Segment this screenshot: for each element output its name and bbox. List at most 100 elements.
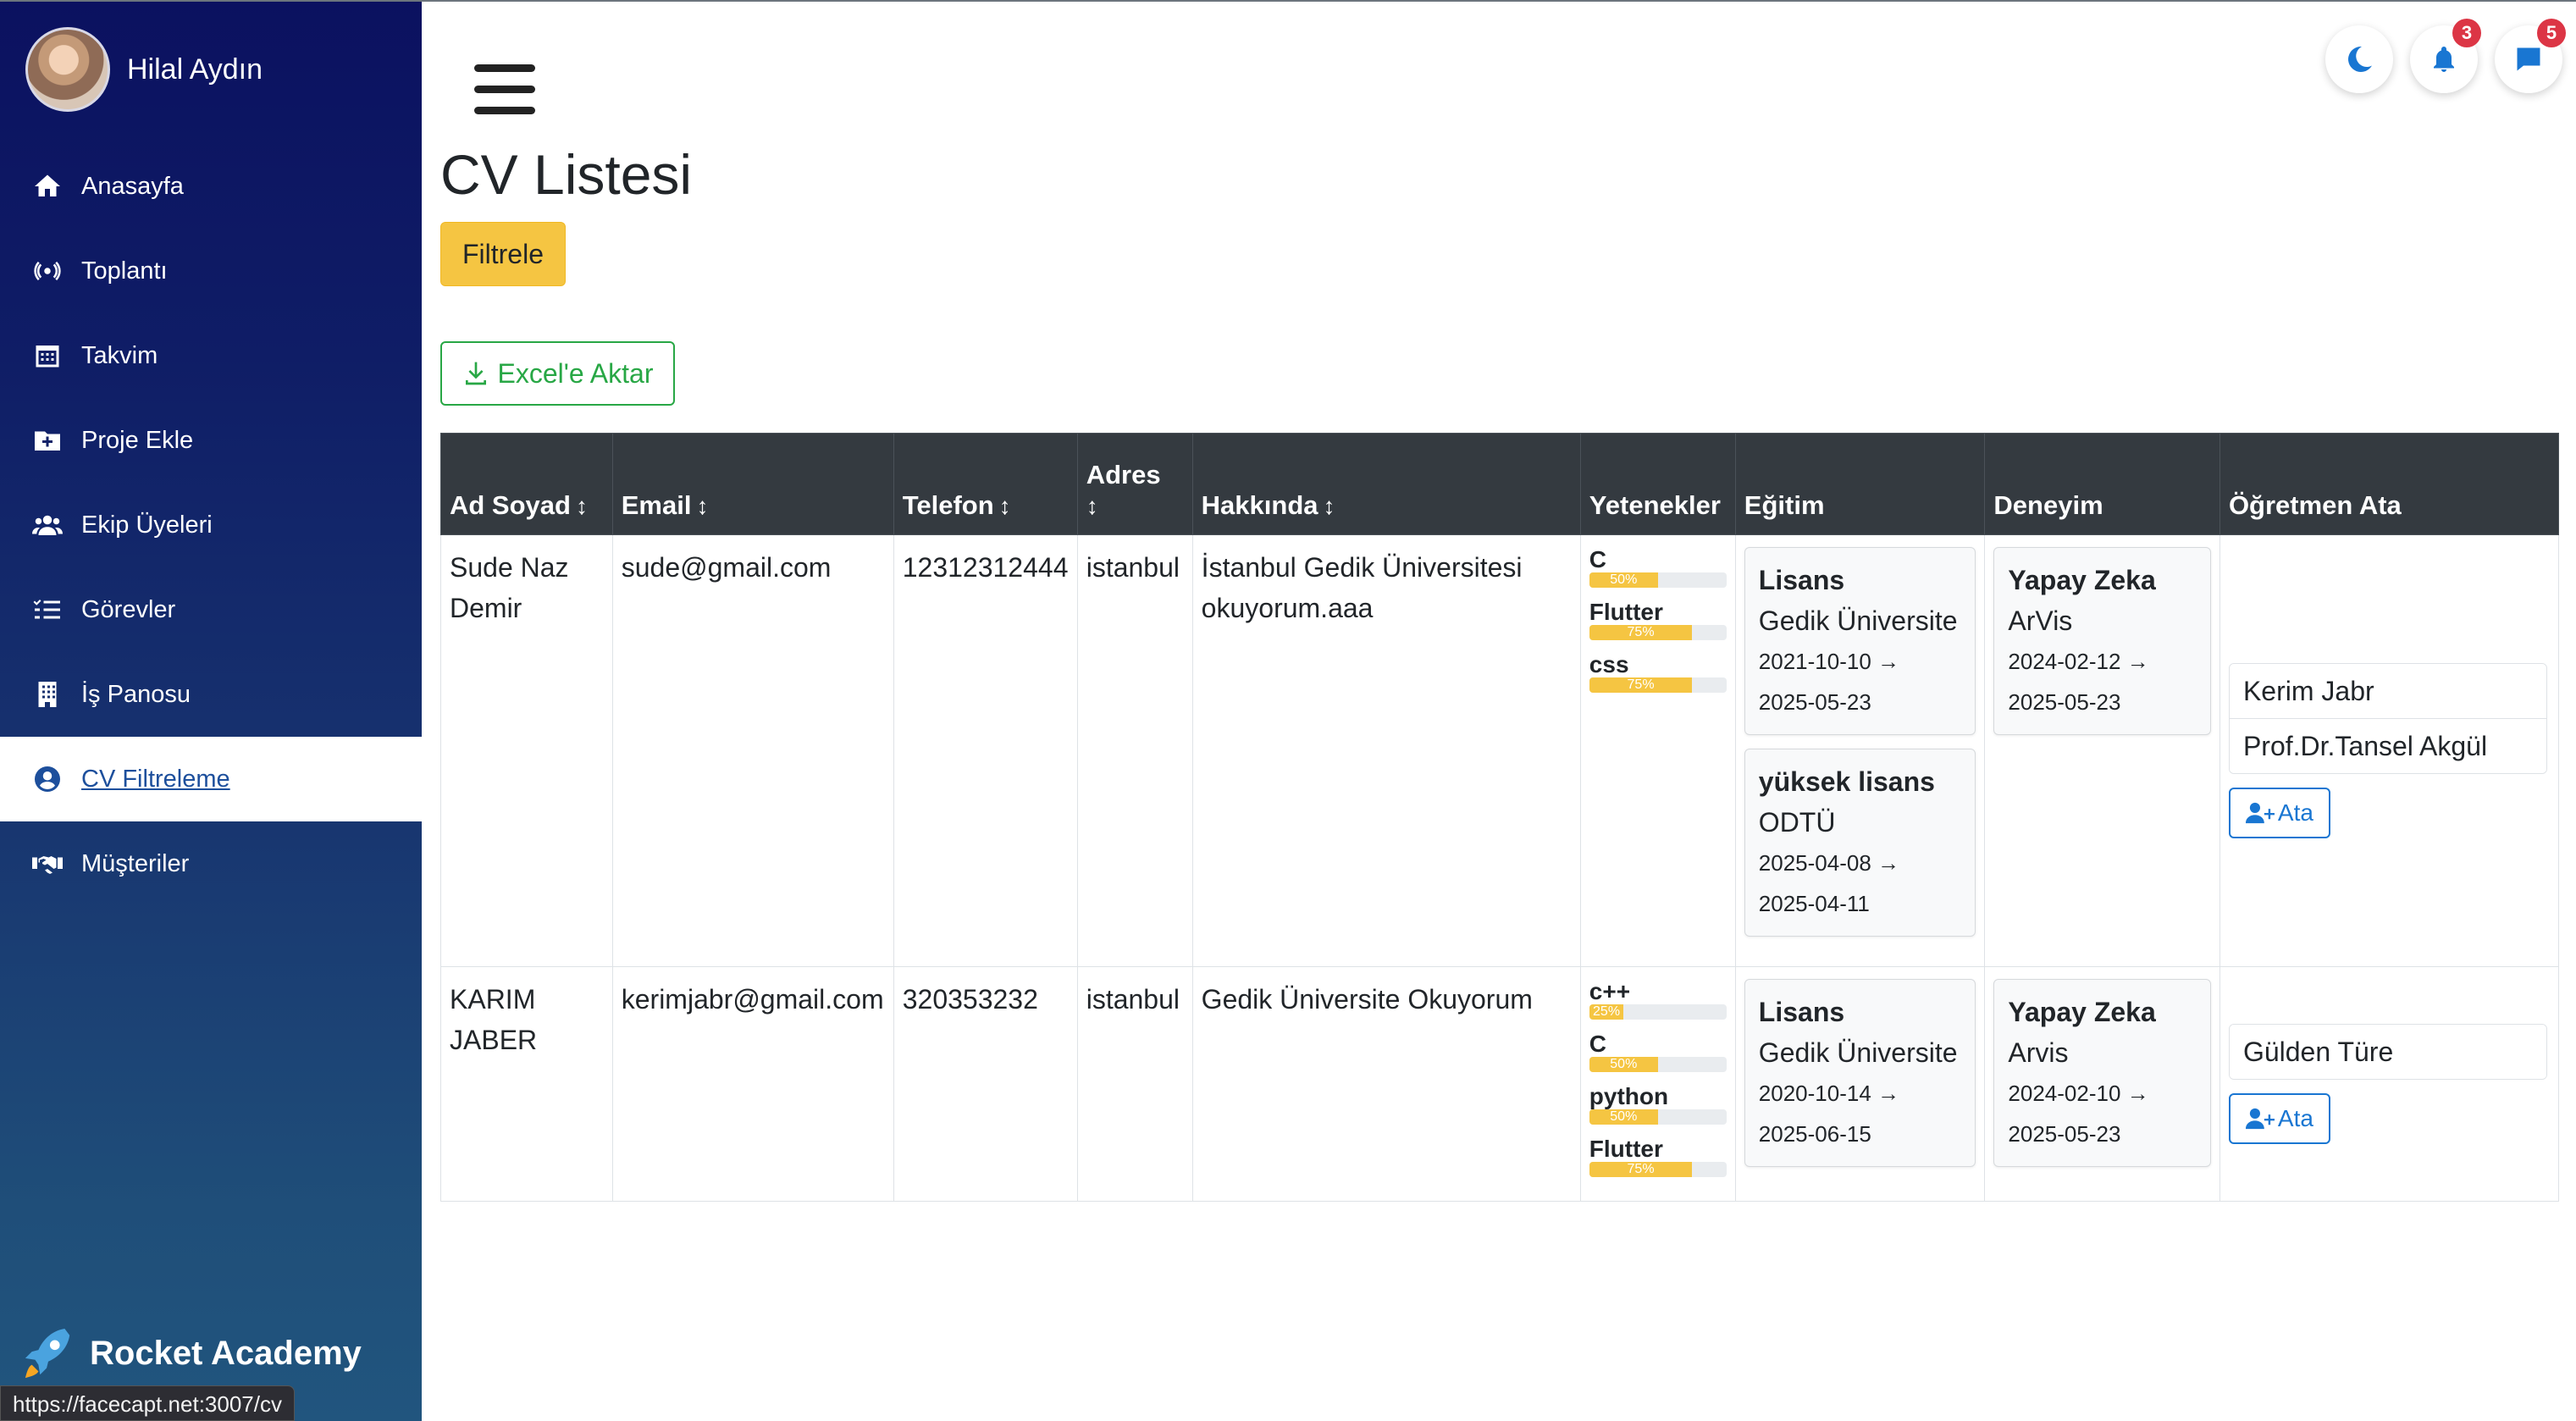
experience-title: Yapay Zeka — [2008, 997, 2156, 1027]
skill-name: C — [1589, 546, 1607, 572]
education-school: ODTÜ — [1758, 807, 1836, 838]
status-url: https://facecapt.net:3007/cv — [0, 1385, 295, 1421]
sidebar-item-label: Proje Ekle — [81, 426, 194, 454]
th-about[interactable]: Hakkında ↕ — [1191, 433, 1581, 535]
cell-phone: 12312312444 — [893, 534, 1078, 967]
education-degree: Lisans — [1758, 565, 1845, 595]
skill-item: python 50% — [1589, 1084, 1727, 1125]
rocket-icon — [25, 1328, 70, 1379]
assign-teacher-button[interactable]: Ata — [2228, 1093, 2330, 1144]
sidebar-item-is-panosu[interactable]: İş Panosu — [0, 652, 422, 737]
sidebar-item-ekip-uyeleri[interactable]: Ekip Üyeleri — [0, 483, 422, 567]
skill-name: Flutter — [1589, 1136, 1663, 1162]
th-label: Hakkında — [1201, 490, 1318, 520]
cell-name: KARIM JABER — [440, 966, 613, 1202]
education-card: yüksek lisans ODTÜ 2025-04-08 → 2025-04-… — [1744, 749, 1976, 937]
filter-button[interactable]: Filtrele — [440, 222, 566, 286]
list-check-icon — [30, 593, 64, 627]
skill-level: 25% — [1589, 1004, 1624, 1020]
top-border — [0, 0, 2576, 2]
user-plus-icon — [2245, 1108, 2275, 1130]
th-label: Email — [621, 490, 692, 520]
th-label: Ad Soyad — [450, 490, 571, 520]
experience-title: Yapay Zeka — [2008, 565, 2156, 595]
table-row: KARIM JABER kerimjabr@gmail.com 32035323… — [440, 966, 2560, 1202]
sidebar-item-label: Görevler — [81, 595, 176, 623]
th-email[interactable]: Email ↕ — [611, 433, 894, 535]
sort-icon: ↕ — [1323, 493, 1335, 519]
sort-icon: ↕ — [696, 493, 709, 519]
skill-level: 50% — [1589, 572, 1658, 588]
hamburger-line — [474, 107, 535, 114]
sidebar-item-label: Anasayfa — [81, 172, 184, 200]
menu-toggle-button[interactable] — [474, 64, 535, 115]
experience-dates: 2024-02-12 → 2025-05-23 — [2008, 649, 2149, 715]
home-icon — [30, 169, 64, 203]
education-degree: yüksek lisans — [1758, 766, 1935, 797]
skill-bar: 75% — [1589, 677, 1727, 693]
assign-teacher-button[interactable]: Ata — [2228, 788, 2330, 838]
messages-button[interactable]: 5 — [2495, 19, 2566, 93]
skill-item: c++ 25% — [1589, 979, 1727, 1020]
sidebar-item-gorevler[interactable]: Görevler — [0, 567, 422, 652]
sidebar-nav: Anasayfa Toplantı Takvim Proje Ekle Ekip… — [0, 144, 422, 906]
sidebar-item-anasayfa[interactable]: Anasayfa — [0, 144, 422, 229]
education-degree: Lisans — [1758, 997, 1845, 1027]
skill-bar: 25% — [1589, 1004, 1727, 1020]
theme-toggle-button[interactable] — [2325, 25, 2393, 93]
sort-icon: ↕ — [575, 493, 588, 519]
sidebar-item-label: Ekip Üyeleri — [81, 511, 213, 539]
sidebar-item-label: Toplantı — [81, 257, 168, 285]
education-dates: 2025-04-08 → 2025-04-11 — [1758, 850, 1900, 916]
calendar-icon — [30, 339, 64, 373]
user-circle-icon — [30, 762, 64, 796]
brand[interactable]: Rocket Academy — [22, 1325, 362, 1381]
th-address[interactable]: Adres ↕ — [1076, 433, 1193, 535]
cell-skills: C 50% Flutter 75% css 75% — [1579, 534, 1736, 967]
th-assign: Öğretmen Ata — [2219, 433, 2560, 535]
th-education: Eğitim — [1734, 433, 1986, 535]
experience-company: ArVis — [2008, 605, 2073, 636]
assign-label: Ata — [2277, 799, 2313, 826]
th-name[interactable]: Ad Soyad ↕ — [440, 433, 613, 535]
skill-item: C 50% — [1589, 1031, 1727, 1072]
skill-name: c++ — [1589, 978, 1631, 1004]
skill-name: C — [1589, 1031, 1607, 1057]
teacher-list: Kerim Jabr Prof.Dr.Tansel Akgül — [2228, 663, 2547, 774]
broadcast-icon — [30, 254, 64, 288]
experience-card: Yapay Zeka Arvis 2024-02-10 → 2025-05-23 — [1993, 979, 2211, 1167]
hamburger-line — [474, 64, 535, 72]
cell-name: Sude Naz Demir — [440, 534, 613, 967]
cell-skills: c++ 25% C 50% python 50% Flutter 75% — [1579, 966, 1736, 1202]
table-header-row: Ad Soyad ↕ Email ↕ Telefon ↕ Adres ↕ Hakkınd… — [440, 433, 2560, 535]
hamburger-line — [474, 86, 535, 93]
skill-level: 75% — [1589, 1162, 1693, 1177]
sidebar-item-musteriler[interactable]: Müşteriler — [0, 821, 422, 906]
skill-item: Flutter 75% — [1589, 1136, 1727, 1177]
skill-level: 75% — [1589, 625, 1693, 640]
skill-level: 75% — [1589, 677, 1693, 693]
skill-bar: 75% — [1589, 625, 1727, 640]
education-school: Gedik Üniversite — [1758, 605, 1958, 636]
cv-table: Ad Soyad ↕ Email ↕ Telefon ↕ Adres ↕ Hakkınd… — [440, 433, 2560, 1202]
assign-label: Ata — [2277, 1105, 2313, 1131]
sidebar-item-label: CV Filtreleme — [81, 765, 230, 793]
cell-assign: Kerim Jabr Prof.Dr.Tansel Akgül Ata — [2219, 534, 2560, 967]
sidebar: Hilal Aydın Anasayfa Toplantı Takvim Pro… — [0, 0, 422, 1421]
notifications-button[interactable]: 3 — [2410, 19, 2481, 93]
cell-about: İstanbul Gedik Üniversitesi okuyorum.aaa — [1191, 534, 1581, 967]
teacher-item: Gülden Türe — [2229, 1025, 2546, 1079]
skill-bar: 50% — [1589, 1057, 1727, 1072]
messages-badge: 5 — [2537, 19, 2566, 47]
sort-icon: ↕ — [998, 493, 1011, 519]
skill-name: Flutter — [1589, 599, 1663, 625]
sidebar-item-cv-filtreleme[interactable]: CV Filtreleme — [0, 737, 422, 821]
sidebar-item-takvim[interactable]: Takvim — [0, 313, 422, 398]
export-excel-button[interactable]: Excel'e Aktar — [440, 341, 675, 406]
sidebar-item-proje-ekle[interactable]: Proje Ekle — [0, 398, 422, 483]
sidebar-item-toplanti[interactable]: Toplantı — [0, 229, 422, 313]
sidebar-item-label: Müşteriler — [81, 849, 190, 877]
skill-name: css — [1589, 651, 1629, 677]
th-phone[interactable]: Telefon ↕ — [893, 433, 1078, 535]
profile[interactable]: Hilal Aydın — [25, 27, 263, 112]
